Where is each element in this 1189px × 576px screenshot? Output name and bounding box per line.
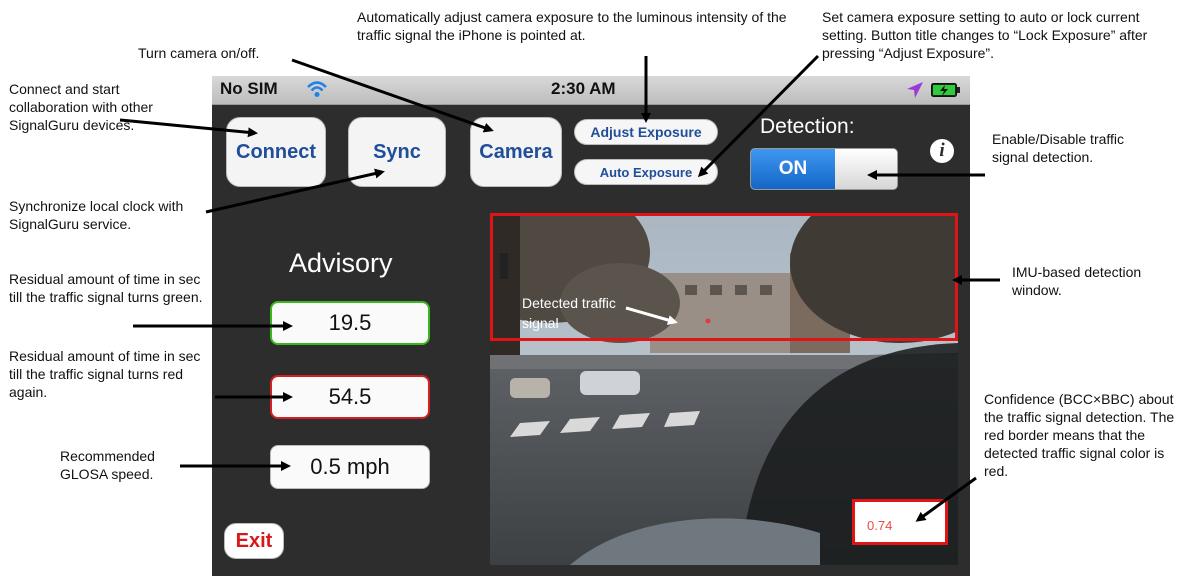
- annotation-exposure-lock: Set camera exposure setting to auto or l…: [822, 9, 1148, 61]
- camera-button[interactable]: Camera: [470, 117, 562, 187]
- toggle-on-segment: ON: [751, 149, 835, 189]
- detected-signal-label: Detected traffic signal: [522, 295, 616, 331]
- connect-button[interactable]: Connect: [226, 117, 326, 187]
- auto-exposure-button[interactable]: Auto Exposure: [574, 159, 718, 185]
- battery-charging-icon: [931, 83, 961, 97]
- camera-preview: Detected traffic signal 0.74: [490, 213, 958, 565]
- adjust-exposure-button[interactable]: Adjust Exposure: [574, 119, 718, 145]
- red-time-box: 54.5: [270, 375, 430, 419]
- detection-toggle[interactable]: ON: [750, 148, 898, 190]
- detection-label: Detection:: [760, 115, 855, 138]
- location-arrow-icon: [906, 81, 924, 99]
- signalguru-app: Connect Sync Camera Adjust Exposure Auto…: [212, 105, 970, 576]
- exit-button[interactable]: Exit: [224, 523, 284, 559]
- info-icon[interactable]: i: [930, 139, 954, 163]
- annotation-connect: Connect and start collaboration with oth…: [9, 81, 153, 133]
- annotation-detection-toggle: Enable/Disable traffic signal detection.: [992, 131, 1125, 165]
- speed-box: 0.5 mph: [270, 445, 430, 489]
- annotation-imu-window: IMU-based detection window.: [1012, 264, 1142, 298]
- toggle-knob[interactable]: [835, 149, 897, 189]
- annotation-exposure-auto: Automatically adjust camera exposure to …: [357, 9, 787, 43]
- annotation-speed: Recommended GLOSA speed.: [60, 448, 155, 482]
- green-time-box: 19.5: [270, 301, 430, 345]
- sync-button[interactable]: Sync: [348, 117, 446, 187]
- annotation-sync: Synchronize local clock with SignalGuru …: [9, 198, 184, 232]
- carrier-label: No SIM: [220, 79, 278, 98]
- confidence-badge: 0.74: [852, 499, 948, 545]
- iphone-screen: No SIM 2:30 AM Connect Sync Camera Adjus…: [212, 76, 970, 576]
- annotation-camera-toggle: Turn camera on/off.: [138, 45, 260, 61]
- annotation-red-time: Residual amount of time in sec till the …: [9, 348, 201, 400]
- wifi-icon: [306, 79, 328, 99]
- annotation-green-time: Residual amount of time in sec till the …: [9, 271, 203, 305]
- clock-label: 2:30 AM: [551, 79, 616, 98]
- status-bar: No SIM 2:30 AM: [212, 76, 970, 105]
- annotation-confidence: Confidence (BCC×BBC) about the traffic s…: [984, 391, 1175, 479]
- advisory-title: Advisory: [289, 248, 393, 278]
